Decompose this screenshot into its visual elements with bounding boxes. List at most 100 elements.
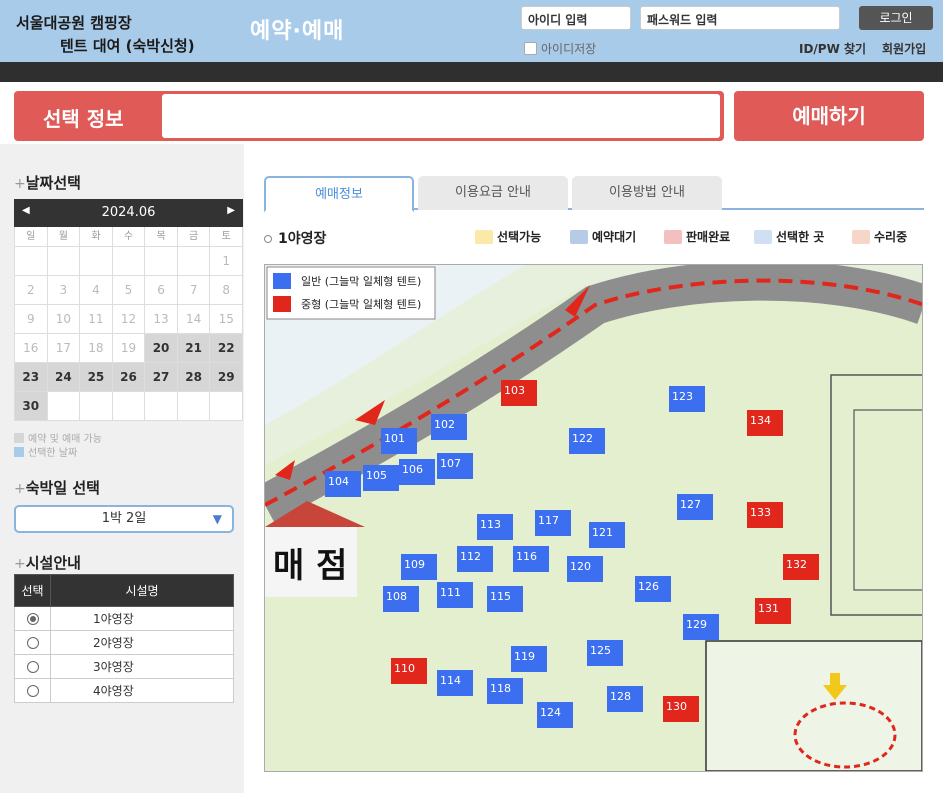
campsite-label: 105 (366, 469, 387, 482)
weekday-header: 목 (145, 227, 178, 247)
section-title: 예약·예매 (250, 19, 345, 44)
facility-row[interactable]: 3야영장 (14, 654, 234, 679)
campsite-label: 130 (666, 700, 687, 713)
date-section-title-text: 날짜선택 (25, 174, 81, 192)
calendar-day-8: 8 (210, 276, 243, 305)
tab-usage-info[interactable]: 이용방법 안내 (572, 176, 722, 210)
facility-radio[interactable] (26, 685, 39, 697)
calendar-day-6: 6 (145, 276, 178, 305)
checkbox-box[interactable] (524, 42, 537, 55)
weekday-header: 금 (177, 227, 211, 247)
calendar-day-30[interactable]: 30 (15, 392, 48, 421)
campsite-label: 104 (328, 475, 349, 488)
facility-radio[interactable] (26, 637, 39, 649)
weekday-header: 토 (210, 227, 243, 247)
tab-label: 이용요금 안내 (455, 185, 531, 200)
save-id-checkbox[interactable]: 아이디저장 (524, 40, 596, 57)
clock-icon (570, 229, 588, 244)
facility-radio[interactable] (26, 613, 39, 625)
status-soldout: 판매완료 (664, 228, 730, 245)
calendar-day-15: 15 (210, 305, 243, 334)
legend-general-swatch (273, 273, 291, 289)
calendar-day-17: 17 (47, 334, 81, 363)
tab-booking-info[interactable]: 예매정보 (264, 176, 414, 212)
tab-fee-info[interactable]: 이용요금 안내 (418, 176, 568, 210)
campsite-label: 111 (440, 586, 461, 599)
status-label: 선택한 곳 (776, 230, 825, 244)
campsite-label: 103 (504, 384, 525, 397)
find-id-pw-link[interactable]: ID/PW 찾기 (799, 40, 866, 57)
close-icon (664, 229, 682, 244)
campsite-label: 125 (590, 644, 611, 657)
calendar-day-28[interactable]: 28 (177, 363, 211, 392)
calendar-day-20[interactable]: 20 (145, 334, 178, 363)
calendar-blank (80, 392, 113, 421)
facility-row[interactable]: 4야영장 (14, 678, 234, 703)
legend-medium-text: 중형 (그늘막 일체형 텐트) (301, 297, 421, 311)
status-label: 판매완료 (686, 230, 731, 244)
facility-radio-cell[interactable] (14, 678, 51, 703)
id-input[interactable]: 아이디 입력 (521, 6, 631, 30)
facility-name: 3야영장 (50, 654, 234, 679)
calendar-day-21[interactable]: 21 (177, 334, 211, 363)
calendar-day-27[interactable]: 27 (145, 363, 178, 392)
calendar-blank (47, 247, 81, 276)
facility-radio[interactable] (26, 661, 39, 673)
campsite-label: 101 (384, 432, 405, 445)
campsite-label: 115 (490, 590, 511, 603)
campsite-label: 108 (386, 590, 407, 603)
calendar-day-25[interactable]: 25 (80, 363, 113, 392)
campsite-label: 110 (394, 662, 415, 675)
signup-link[interactable]: 회원가입 (882, 40, 926, 57)
save-id-label: 아이디저장 (541, 42, 597, 56)
facility-radio-cell[interactable] (14, 606, 51, 631)
calendar-day-14: 14 (177, 305, 211, 334)
legend-selected-text: 선택한 날짜 (28, 448, 78, 459)
tab-bar: 예매정보 이용요금 안내 이용방법 안내 (264, 176, 924, 212)
campsite-label: 122 (572, 432, 593, 445)
calendar-day-24[interactable]: 24 (47, 363, 81, 392)
calendar-month: 2024.06 (101, 205, 156, 220)
campsite-label: 120 (570, 560, 591, 573)
facility-name: 4야영장 (50, 678, 234, 703)
nights-select[interactable]: 1박 2일 ▼ (14, 505, 234, 533)
calendar-day-26[interactable]: 26 (112, 363, 146, 392)
password-input[interactable]: 패스워드 입력 (640, 6, 840, 30)
calendar-day-10: 10 (47, 305, 81, 334)
campsite-label: 118 (490, 682, 511, 695)
book-button[interactable]: 예매하기 (734, 91, 924, 141)
campsite-map-svg: 매 점 101 102 103 104 105 106 107 108 109 110 111 112… (265, 265, 922, 771)
calendar-day-23[interactable]: 23 (15, 363, 48, 392)
campsite-label: 133 (750, 506, 771, 519)
campsite-label: 126 (638, 580, 659, 593)
chevron-down-icon[interactable]: ▼ (213, 507, 222, 531)
campsite-label: 116 (516, 550, 537, 563)
calendar-day-29[interactable]: 29 (210, 363, 243, 392)
calendar-grid: 일 월 화 수 목 금 토 1 2 3 4 5 6 7 8 9 10 11 12 13 14 15 16 17 18 19 20 21… (14, 227, 243, 421)
area-title-text: 1야영장 (278, 231, 327, 247)
next-month-icon[interactable]: ▶ (227, 205, 235, 216)
campsite-label: 102 (434, 418, 455, 431)
facility-row[interactable]: 2야영장 (14, 630, 234, 655)
legend-selected-swatch (14, 446, 24, 457)
nights-select-value: 1박 2일 (101, 511, 147, 526)
legend-general-text: 일반 (그늘막 일체형 텐트) (301, 274, 421, 288)
calendar-day-3: 3 (47, 276, 81, 305)
calendar-day-22[interactable]: 22 (210, 334, 243, 363)
facility-name: 1야영장 (50, 606, 234, 631)
calendar-day-19: 19 (112, 334, 146, 363)
col-select: 선택 (14, 574, 51, 607)
facility-radio-cell[interactable] (14, 654, 51, 679)
campsite-label: 124 (540, 706, 561, 719)
tab-label: 예매정보 (315, 187, 363, 202)
site-title-line2: 텐트 대여 (숙박신청) (60, 37, 195, 55)
nights-section-title-text: 숙박일 선택 (25, 479, 100, 497)
status-repair: 수리중 (852, 228, 907, 245)
area-title: 1야영장 (264, 228, 326, 248)
facility-radio-cell[interactable] (14, 630, 51, 655)
selection-info: 선택 정보 (14, 91, 724, 141)
header: 서울대공원 캠핑장 텐트 대여 (숙박신청) 예약·예매 아이디 입력 패스워드… (0, 0, 943, 62)
status-selected: 선택한 곳 (754, 228, 824, 245)
facility-row[interactable]: 1야영장 (14, 606, 234, 631)
login-button[interactable]: 로그인 (859, 6, 933, 30)
